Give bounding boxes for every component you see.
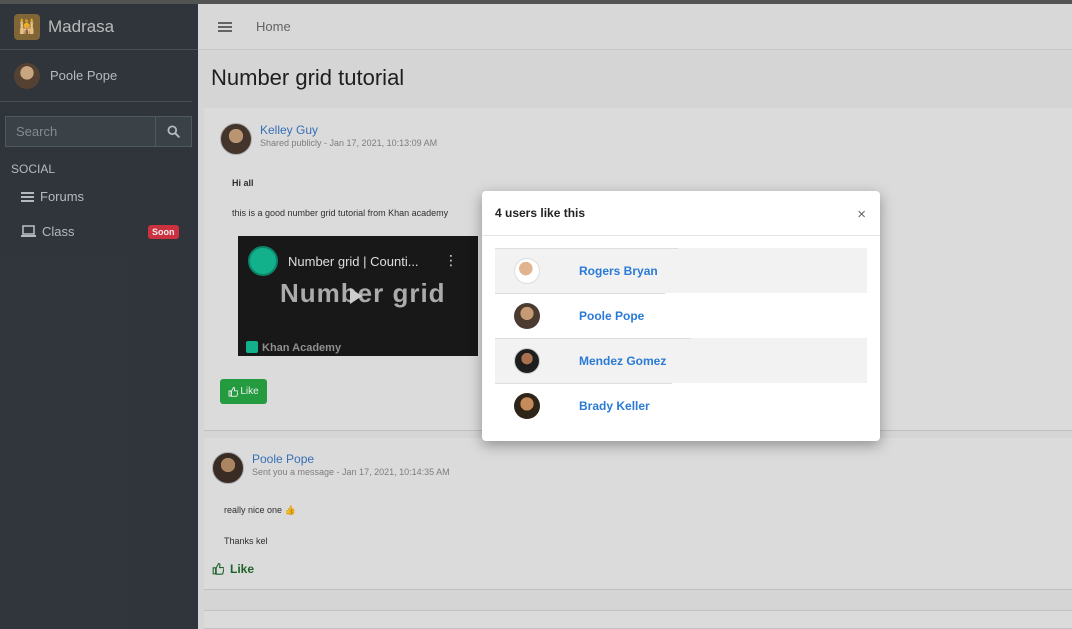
user-avatar (514, 347, 540, 374)
list-item: Poole Pope (495, 293, 867, 338)
liker-name-link[interactable]: Poole Pope (579, 309, 644, 323)
close-icon[interactable]: × (857, 206, 866, 223)
liker-name-link[interactable]: Mendez Gomez (579, 354, 666, 368)
user-avatar (514, 257, 540, 284)
liker-name-link[interactable]: Brady Keller (579, 399, 650, 413)
user-avatar (514, 392, 540, 419)
list-item: Rogers Bryan (495, 248, 867, 293)
likes-modal: 4 users like this × Rogers Bryan Poole P… (482, 191, 880, 441)
modal-title: 4 users like this (495, 206, 586, 220)
row-divider (495, 383, 672, 384)
row-divider (495, 248, 678, 249)
row-divider (495, 338, 691, 339)
row-divider (495, 293, 665, 294)
list-item: Brady Keller (495, 383, 867, 428)
liker-name-link[interactable]: Rogers Bryan (579, 264, 658, 278)
list-item: Mendez Gomez (495, 338, 867, 383)
modal-header: 4 users like this (482, 191, 880, 236)
likers-list: Rogers Bryan Poole Pope Mendez Gomez Bra… (495, 248, 867, 428)
user-avatar (514, 302, 540, 329)
